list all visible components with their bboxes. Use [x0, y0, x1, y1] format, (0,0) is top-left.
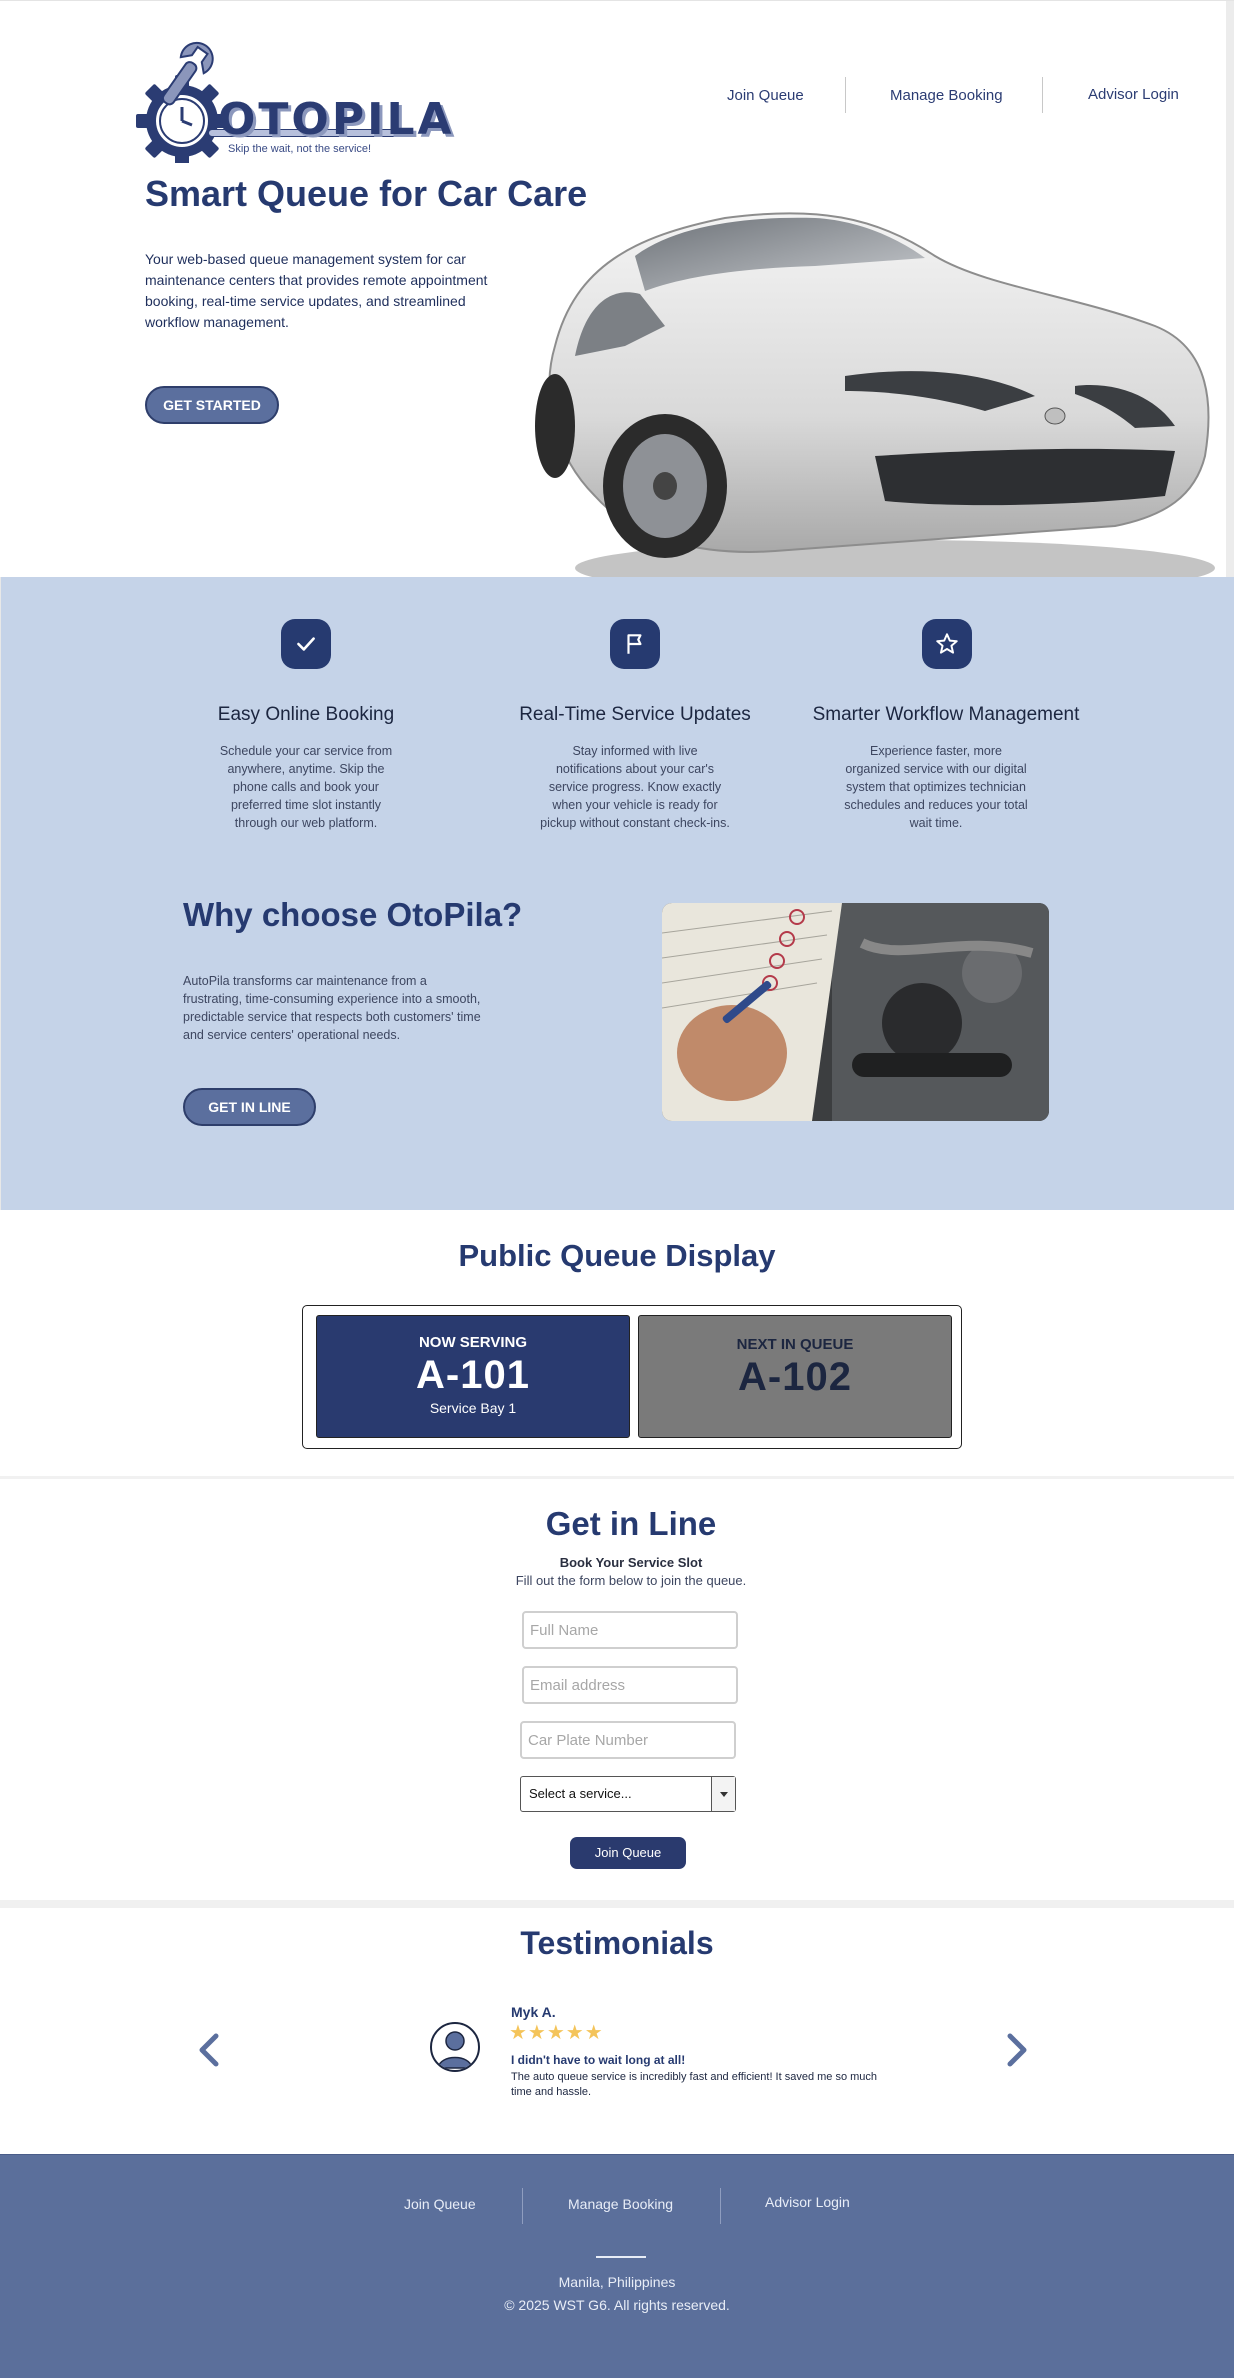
get-started-button[interactable]: GET STARTED: [145, 386, 279, 424]
now-serving-bay: Service Bay 1: [429, 1400, 517, 1416]
feature-title: Easy Online Booking: [217, 704, 395, 725]
nav-divider: [845, 77, 846, 113]
engine-checklist-image: [662, 903, 1049, 1121]
flag-icon: [627, 634, 642, 654]
get-in-line-button[interactable]: GET IN LINE: [183, 1088, 316, 1126]
star-icon: [936, 633, 958, 654]
now-serving-card: NOW SERVING A-101 Service Bay 1: [316, 1315, 630, 1438]
star-rating: ★★★★★: [509, 2022, 604, 2044]
logo-wordmark: OTOPILA: [218, 94, 455, 145]
service-select[interactable]: Select a service...: [520, 1776, 736, 1812]
now-serving-number: A-101: [416, 1353, 530, 1397]
footer-rule: [596, 2256, 646, 2258]
feature-title: Real-Time Service Updates: [519, 704, 751, 725]
form-subtitle: Book Your Service Slot: [559, 1555, 703, 1570]
feature-description: Schedule your car service from anywhere,…: [219, 744, 393, 830]
service-select-value: Select a service...: [529, 1786, 632, 1801]
hero-description: Your web-based queue management system f…: [145, 251, 488, 330]
footer-link-join-queue[interactable]: Join Queue: [404, 2196, 476, 2212]
feature-star-icon: [922, 619, 972, 669]
brand-logo[interactable]: OTOPILA Skip the wait, not the service!: [120, 39, 452, 163]
next-in-queue-number: A-102: [738, 1355, 852, 1399]
user-avatar-icon: [437, 2031, 473, 2069]
review-body: The auto queue service is incredibly fas…: [511, 2071, 878, 2098]
email-input[interactable]: [522, 1666, 738, 1704]
now-serving-label: NOW SERVING: [418, 1334, 528, 1351]
review-headline: I didn't have to wait long at all!: [511, 2053, 686, 2067]
chevron-down-icon[interactable]: [711, 1777, 735, 1811]
nav-join-queue[interactable]: Join Queue: [727, 87, 804, 104]
nav-divider: [1042, 77, 1043, 113]
avatar: [430, 2022, 480, 2072]
chevron-right-icon[interactable]: [1002, 2030, 1032, 2070]
footer-location: Manila, Philippines: [558, 2274, 676, 2290]
queue-display-panel: NOW SERVING A-101 Service Bay 1 NEXT IN …: [302, 1305, 962, 1449]
footer: [0, 2154, 1234, 2378]
chevron-left-icon[interactable]: [194, 2030, 224, 2070]
queue-display-title: Public Queue Display: [458, 1238, 776, 1273]
car-plate-input[interactable]: [520, 1721, 736, 1759]
logo-tagline: Skip the wait, not the service!: [228, 143, 372, 155]
next-in-queue-card: NEXT IN QUEUE A-102: [638, 1315, 952, 1438]
get-in-line-title: Get in Line: [545, 1505, 717, 1542]
feature-title: Smarter Workflow Management: [812, 704, 1080, 725]
nav-manage-booking[interactable]: Manage Booking: [890, 87, 1003, 104]
join-queue-button[interactable]: Join Queue: [570, 1837, 686, 1869]
testimonials-title: Testimonials: [520, 1925, 714, 1961]
next-in-queue-label: NEXT IN QUEUE: [736, 1336, 854, 1353]
footer-link-manage-booking[interactable]: Manage Booking: [568, 2196, 673, 2212]
footer-link-advisor-login[interactable]: Advisor Login: [765, 2194, 850, 2210]
hero-car-image: [535, 212, 1215, 596]
why-title: Why choose OtoPila?: [183, 896, 523, 933]
full-name-input[interactable]: [522, 1611, 738, 1649]
why-description: AutoPila transforms car maintenance from…: [183, 974, 481, 1042]
section-divider: [0, 1900, 1234, 1908]
feature-check-icon: [281, 619, 331, 669]
form-instructions: Fill out the form below to join the queu…: [515, 1573, 747, 1588]
check-icon: [297, 637, 315, 651]
scrollbar-track[interactable]: [1226, 1, 1234, 578]
footer-copyright: © 2025 WST G6. All rights reserved.: [504, 2297, 730, 2313]
section-divider: [0, 1476, 1234, 1479]
footer-divider: [522, 2188, 523, 2224]
feature-flag-icon: [610, 619, 660, 669]
footer-divider: [720, 2188, 721, 2224]
feature-description: Stay informed with live notifications ab…: [540, 744, 730, 830]
hero-section: OTOPILA Skip the wait, not the service! …: [0, 0, 1234, 596]
reviewer-name: Myk A.: [511, 2004, 556, 2020]
nav-advisor-login[interactable]: Advisor Login: [1088, 86, 1179, 103]
feature-description: Experience faster, more organized servic…: [844, 744, 1028, 830]
